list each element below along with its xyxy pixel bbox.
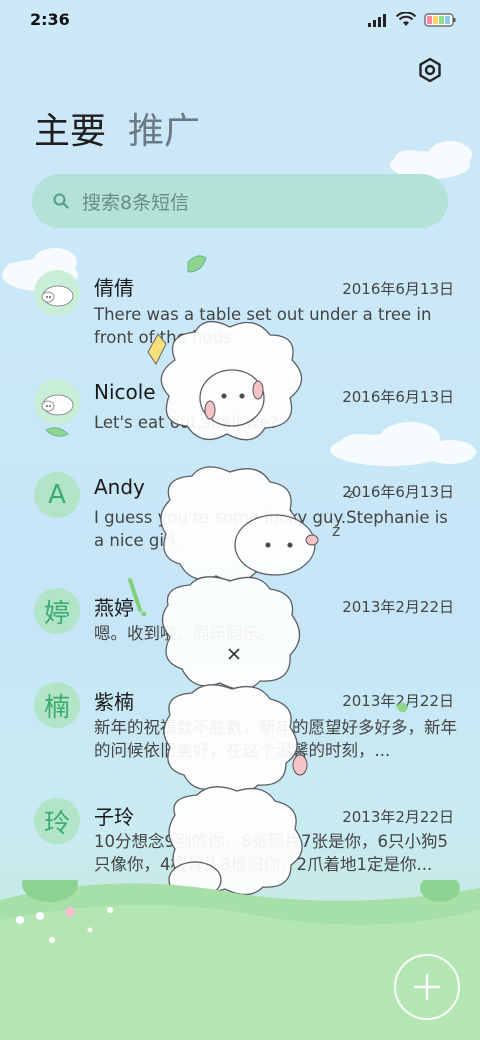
message-date: 2013年2月22日	[342, 808, 454, 826]
contact-name: 燕婷	[94, 596, 134, 620]
message-preview: 新年的祝福数不胜数，新年的愿望好多好多，新年的问候依旧美好，在这个温馨的时刻，.…	[94, 718, 457, 760]
avatar: 婷	[34, 588, 80, 634]
contact-name: Andy	[94, 475, 145, 499]
avatar: 楠	[34, 682, 80, 728]
search-placeholder: 搜索8条短信	[82, 191, 190, 214]
tab-primary[interactable]: 主要	[34, 108, 106, 156]
conversation-item[interactable]: 倩倩 2016年6月13日 There was a table set out …	[0, 258, 480, 348]
message-preview: 嗯。收到啦。同乐同乐。	[94, 624, 276, 643]
contact-name: Nicole	[94, 380, 156, 404]
tab-promotions[interactable]: 推广	[128, 108, 200, 156]
conversation-item[interactable]: Nicole 2016年6月13日 Let's eat out,shall we…	[0, 375, 480, 445]
message-date: 2016年6月13日	[342, 483, 454, 501]
sheep-avatar-icon	[41, 394, 74, 416]
avatar	[34, 270, 80, 316]
search-bar[interactable]: 搜索8条短信	[32, 174, 448, 228]
compose-button[interactable]	[394, 954, 460, 1020]
sheep-avatar-icon	[41, 285, 74, 307]
conversation-item[interactable]: 楠 紫楠 2013年2月22日 新年的祝福数不胜数，新年的愿望好多好多，新年的问…	[0, 682, 480, 772]
contact-name: 倩倩	[94, 276, 134, 300]
close-icon[interactable]	[227, 647, 241, 661]
message-preview: There was a table set out under a tree i…	[94, 305, 432, 347]
conversation-item[interactable]: A Andy 2016年6月13日 I guess you're some lu…	[0, 472, 480, 562]
plus-icon	[413, 973, 441, 1001]
avatar: A	[34, 472, 80, 518]
message-date: 2016年6月13日	[342, 388, 454, 406]
avatar	[34, 379, 80, 425]
message-preview: I guess you're some lucky guy.Stephanie …	[94, 508, 448, 550]
contact-name: 紫楠	[94, 690, 134, 714]
message-preview: 10分想念9别的你，8张照片7张是你，6只小狗5只像你，4根骨头3根归你，2爪着…	[94, 832, 448, 874]
message-preview: Let's eat out,shall we?	[94, 413, 279, 432]
conversation-item[interactable]: 玲 子玲 2013年2月22日 10分想念9别的你，8张照片7张是你，6只小狗5…	[0, 798, 480, 888]
contact-name: 子玲	[94, 805, 134, 829]
tab-bar: 主要 推广	[34, 108, 200, 156]
message-date: 2016年6月13日	[342, 280, 454, 298]
search-icon	[53, 193, 69, 209]
avatar: 玲	[34, 798, 80, 844]
message-date: 2013年2月22日	[342, 598, 454, 616]
message-date: 2013年2月22日	[342, 692, 454, 710]
